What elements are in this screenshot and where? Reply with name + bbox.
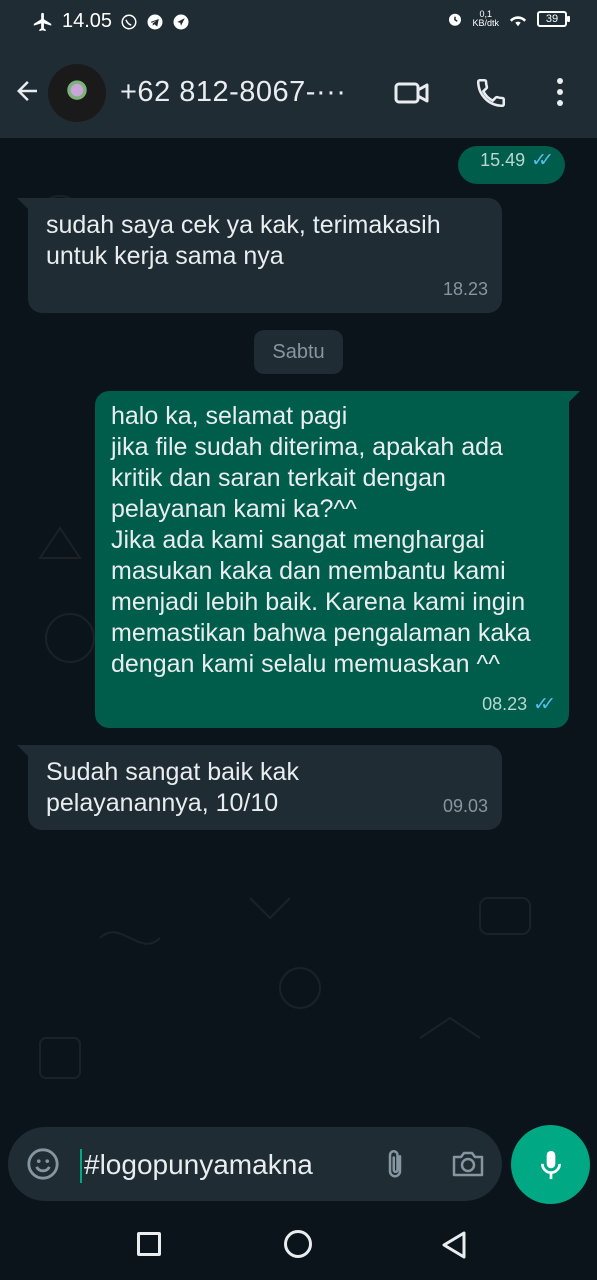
more-options-icon[interactable] — [553, 76, 567, 108]
airplane-icon — [33, 12, 52, 31]
message-text: halo ka, selamat pagi jika file sudah di… — [111, 402, 531, 678]
message-bubble-incoming[interactable]: Sudah sangat baik kak pelayanannya, 10/1… — [17, 745, 502, 830]
status-bar-right: 0,1 KB/dtk 39 — [446, 10, 570, 28]
navigation-icon — [173, 14, 189, 29]
video-call-icon[interactable] — [394, 78, 430, 108]
message-time: 09.03 — [442, 796, 488, 816]
net-speed: 0,1 KB/dtk — [472, 10, 499, 28]
message-text: Sudah sangat baik kak pelayanannya, 10/1… — [46, 758, 299, 817]
message-meta: 15.49 ✓✓ — [480, 145, 554, 176]
read-ticks-icon: ✓✓ — [531, 150, 554, 171]
system-nav-bar — [0, 1210, 597, 1280]
camera-icon[interactable] — [450, 1149, 486, 1179]
message-time: 18.23 — [442, 279, 488, 299]
message-input[interactable] — [84, 1145, 364, 1185]
read-ticks-icon: ✓✓ — [533, 694, 556, 715]
net-speed-unit: KB/dtk — [472, 18, 499, 28]
message-meta: 09.03 — [443, 791, 488, 822]
message-bubble-outgoing[interactable]: halo ka, selamat pagi jika file sudah di… — [95, 391, 580, 728]
avatar[interactable] — [48, 64, 106, 122]
status-bar-left: 14.05 — [32, 10, 190, 33]
message-time: 15.49 — [480, 150, 526, 170]
chat-header: +62 812-8067-··· — [0, 48, 597, 138]
telegram-icon — [147, 14, 163, 29]
contact-name[interactable]: +62 812-8067-··· — [120, 76, 346, 109]
message-meta: 18.23 — [443, 274, 488, 305]
status-time: 14.05 — [62, 10, 113, 32]
mic-button[interactable] — [511, 1125, 590, 1204]
message-text: sudah saya cek ya kak, terimakasih untuk… — [46, 211, 441, 270]
mic-icon — [540, 1150, 561, 1179]
wifi-icon — [509, 16, 527, 27]
whatsapp-icon — [121, 14, 137, 29]
home-icon[interactable] — [284, 1230, 312, 1258]
message-bubble-outgoing[interactable]: 15.49 ✓✓ — [458, 146, 565, 184]
message-time: 08.23 — [482, 694, 528, 714]
alarm-icon — [449, 13, 462, 26]
message-bubble-incoming[interactable]: sudah saya cek ya kak, terimakasih untuk… — [17, 198, 502, 313]
message-meta: 08.23 ✓✓ — [482, 689, 556, 720]
battery-icon: 39 — [537, 11, 570, 27]
date-divider: Sabtu — [254, 330, 343, 374]
attach-icon[interactable] — [380, 1147, 410, 1183]
chat-area[interactable]: 15.49 ✓✓ sudah saya cek ya kak, terimaka… — [0, 138, 597, 1118]
recent-apps-icon[interactable] — [137, 1232, 161, 1256]
status-bar: 14.05 0,1 KB/dtk 39 — [0, 0, 597, 48]
nav-back-icon[interactable] — [440, 1230, 468, 1260]
emoji-icon[interactable] — [26, 1147, 60, 1181]
back-arrow-icon[interactable] — [12, 76, 42, 106]
message-composer — [8, 1127, 502, 1201]
text-cursor — [80, 1149, 82, 1183]
voice-call-icon[interactable] — [474, 76, 508, 110]
